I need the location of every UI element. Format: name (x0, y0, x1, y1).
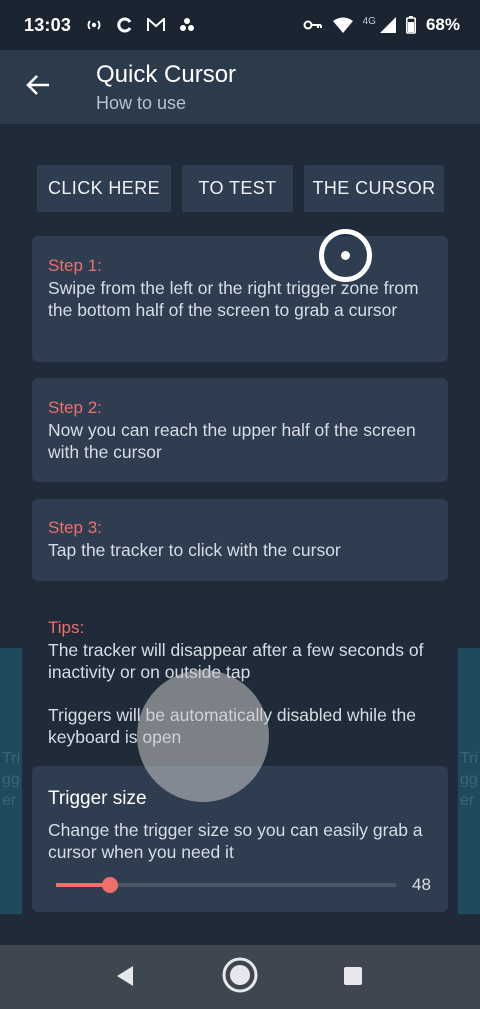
step-3-title: Step 3: (48, 518, 102, 537)
page-subtitle: How to use (96, 92, 187, 113)
back-button[interactable] (0, 50, 76, 124)
left-trigger-zone[interactable]: Tri gg er (0, 648, 22, 914)
step-2-text: Now you can reach the upper half of the … (48, 420, 416, 462)
arrow-back-icon (26, 74, 50, 101)
navigation-bar (0, 945, 480, 1009)
trigger-size-title: Trigger size (48, 788, 147, 809)
page-title: Quick Cursor (96, 60, 237, 88)
click-here-button[interactable]: CLICK HERE (37, 165, 171, 212)
status-time: 13:03 (24, 14, 72, 35)
nav-recents-button[interactable] (338, 963, 368, 993)
app-bar-titles: Quick Cursor How to use (96, 61, 236, 114)
left-trigger-label: Tri gg er (2, 750, 21, 809)
test-button-row: CLICK HERE TO TEST THE CURSOR (37, 165, 444, 212)
square-recents-icon (343, 966, 363, 991)
network-type-label: 4G (362, 15, 376, 27)
hotspot-icon (85, 18, 103, 32)
step-3-text: Tap the tracker to click with the cursor (48, 540, 341, 560)
status-bar: 13:03 4G 68% (0, 0, 480, 50)
wifi-icon (332, 17, 353, 33)
cursor-tracker[interactable] (137, 670, 269, 802)
trigger-size-description: Change the trigger size so you can easil… (48, 820, 423, 862)
step-3-card: Step 3: Tap the tracker to click with th… (32, 499, 448, 581)
battery-percent: 68% (425, 15, 460, 34)
app-bar: Quick Cursor How to use (0, 50, 480, 124)
battery-icon (405, 16, 416, 34)
trigger-size-slider[interactable] (56, 877, 396, 893)
trigger-size-value: 48 (412, 875, 431, 894)
the-cursor-button[interactable]: THE CURSOR (304, 165, 444, 212)
trigger-size-slider-row: 48 (48, 875, 432, 895)
slider-thumb[interactable] (102, 877, 119, 893)
cursor-dot (341, 251, 350, 260)
home-circle-icon (221, 956, 259, 999)
step-1-text: Swipe from the left or the right trigger… (48, 278, 419, 320)
step-1-title: Step 1: (48, 256, 102, 275)
step-2-card: Step 2: Now you can reach the upper half… (32, 378, 448, 482)
triangle-back-icon (115, 965, 135, 992)
gmail-icon (147, 18, 166, 32)
tip-item: The tracker will disappear after a few s… (48, 640, 424, 682)
step-2-title: Step 2: (48, 398, 102, 417)
step-1-card: Step 1: Swipe from the left or the right… (32, 236, 448, 362)
nav-back-button[interactable] (110, 963, 140, 993)
floating-cursor-icon[interactable] (319, 229, 372, 282)
sync-icon (117, 17, 133, 33)
tips-title: Tips: (48, 618, 85, 637)
app-dots-icon (179, 17, 195, 33)
right-trigger-zone[interactable]: Tri gg er (458, 648, 480, 914)
right-trigger-label: Tri gg er (460, 750, 479, 809)
cell-signal-icon (379, 17, 396, 33)
nav-home-button[interactable] (220, 957, 260, 997)
vpn-key-icon (303, 19, 323, 31)
to-test-button[interactable]: TO TEST (182, 165, 293, 212)
